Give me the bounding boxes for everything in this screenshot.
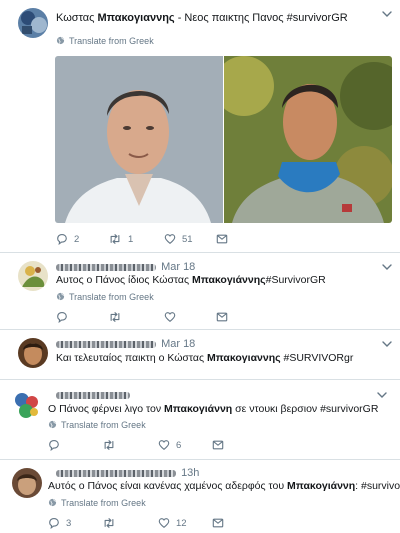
tweet-1[interactable]: Κωστας Μπακογιαννης - Νεος παικτης Πανος… xyxy=(0,0,400,252)
retweet-button[interactable] xyxy=(108,311,122,323)
avatar[interactable] xyxy=(12,468,42,498)
tweet-header: 13h xyxy=(56,467,199,479)
tweet-header: Mar 18 xyxy=(56,338,195,350)
tweet-actions: 6 xyxy=(48,439,238,453)
redacted-author[interactable] xyxy=(56,391,130,399)
like-icon xyxy=(158,517,170,529)
retweet-button[interactable] xyxy=(102,517,116,529)
globe-icon xyxy=(56,36,65,45)
like-button[interactable]: 6 xyxy=(158,439,181,451)
redacted-author[interactable] xyxy=(56,469,176,477)
author-name-bold[interactable]: Μπακογιαννης xyxy=(98,12,175,24)
retweet-icon xyxy=(102,439,116,451)
translate-label[interactable]: Translate from Greek xyxy=(61,420,146,430)
tweet-header: Κωστας Μπακογιαννης - Νεος παικτης Πανος… xyxy=(56,12,348,24)
translate-link[interactable]: Translate from Greek xyxy=(56,292,154,302)
translate-label[interactable]: Translate from Greek xyxy=(69,292,154,302)
message-button[interactable] xyxy=(212,439,224,451)
reply-icon xyxy=(56,233,68,245)
author-name[interactable]: Κωστας xyxy=(56,12,94,24)
chevron-down-icon[interactable] xyxy=(381,9,393,19)
message-icon xyxy=(216,233,228,245)
reply-icon xyxy=(56,311,68,323)
tweet-2[interactable]: Mar 18 Αυτος ο Πάνος ίδιος Κώστας Μπακογ… xyxy=(0,252,400,329)
like-icon xyxy=(164,233,176,245)
retweet-icon xyxy=(108,233,122,245)
globe-icon xyxy=(48,420,57,429)
retweet-button[interactable]: 1 xyxy=(108,233,133,245)
like-icon xyxy=(164,311,176,323)
message-icon xyxy=(212,517,224,529)
message-button[interactable] xyxy=(212,517,224,529)
chevron-down-icon[interactable] xyxy=(381,339,393,349)
tweet-actions: 3 12 xyxy=(48,517,238,531)
avatar[interactable] xyxy=(18,261,48,291)
avatar[interactable] xyxy=(18,8,48,38)
globe-icon xyxy=(56,292,65,301)
chevron-down-icon[interactable] xyxy=(381,262,393,272)
tweet-date[interactable]: 13h xyxy=(181,467,199,479)
reply-button[interactable] xyxy=(56,311,68,323)
retweet-icon xyxy=(108,311,122,323)
retweet-count: 1 xyxy=(128,233,134,245)
like-button[interactable] xyxy=(164,311,176,323)
redacted-author[interactable] xyxy=(56,263,156,271)
translate-label[interactable]: Translate from Greek xyxy=(69,36,154,46)
tweet-5[interactable]: 13h Αυτός ο Πάνος είναι κανένας χαμένος … xyxy=(0,459,400,533)
translate-link[interactable]: Translate from Greek xyxy=(56,36,154,46)
tweet-body: Αυτός ο Πάνος είναι κανένας χαμένος αδερ… xyxy=(48,480,400,492)
retweet-button[interactable] xyxy=(102,439,116,451)
tweet-date[interactable]: Mar 18 xyxy=(161,338,195,350)
message-icon xyxy=(212,439,224,451)
reply-button[interactable]: 2 xyxy=(56,233,79,245)
tweet-header: Mar 18 xyxy=(56,261,195,273)
avatar[interactable] xyxy=(18,338,48,368)
reply-button[interactable]: 3 xyxy=(48,517,71,529)
reply-icon xyxy=(48,439,60,451)
tweet-actions: 2 1 51 xyxy=(56,233,236,247)
message-icon xyxy=(216,311,228,323)
tweet-body: - Νεος παικτης Πανος #survivorGR xyxy=(177,12,348,24)
like-button[interactable]: 51 xyxy=(164,233,193,245)
avatar[interactable] xyxy=(12,390,42,420)
like-count: 6 xyxy=(176,439,182,451)
photo-survivor-contestant[interactable] xyxy=(224,56,392,223)
tweet-3[interactable]: Mar 18 Και τελευταίος παικτη ο Κώστας Μπ… xyxy=(0,329,400,379)
photo-politician[interactable] xyxy=(55,56,223,223)
globe-icon xyxy=(48,498,57,507)
tweet-body: Ο Πάνος φέρνει λιγο τον Μπακογιάννη σε ν… xyxy=(48,403,379,415)
like-count: 51 xyxy=(182,233,193,245)
translate-label[interactable]: Translate from Greek xyxy=(61,498,146,508)
tweet-body: Αυτος ο Πάνος ίδιος Κώστας Μπακογιάννης#… xyxy=(56,274,326,286)
like-count: 12 xyxy=(176,517,187,529)
reply-icon xyxy=(48,517,60,529)
like-icon xyxy=(158,439,170,451)
like-button[interactable]: 12 xyxy=(158,517,187,529)
reply-button[interactable] xyxy=(48,439,60,451)
translate-link[interactable]: Translate from Greek xyxy=(48,420,146,430)
tweet-4[interactable]: Ο Πάνος φέρνει λιγο τον Μπακογιάννη σε ν… xyxy=(0,379,400,459)
reply-count: 3 xyxy=(66,517,72,529)
message-button[interactable] xyxy=(216,311,228,323)
chevron-down-icon[interactable] xyxy=(376,390,388,400)
tweet-body: Και τελευταίος παικτη ο Κώστας Μπακογιαν… xyxy=(56,352,354,364)
translate-link[interactable]: Translate from Greek xyxy=(48,498,146,508)
reply-count: 2 xyxy=(74,233,80,245)
message-button[interactable] xyxy=(216,233,228,245)
tweet-date[interactable]: Mar 18 xyxy=(161,261,195,273)
redacted-author[interactable] xyxy=(56,340,156,348)
tweet-header xyxy=(56,389,132,401)
tweet-actions xyxy=(56,311,236,325)
tweet-photos[interactable] xyxy=(55,56,392,223)
retweet-icon xyxy=(102,517,116,529)
